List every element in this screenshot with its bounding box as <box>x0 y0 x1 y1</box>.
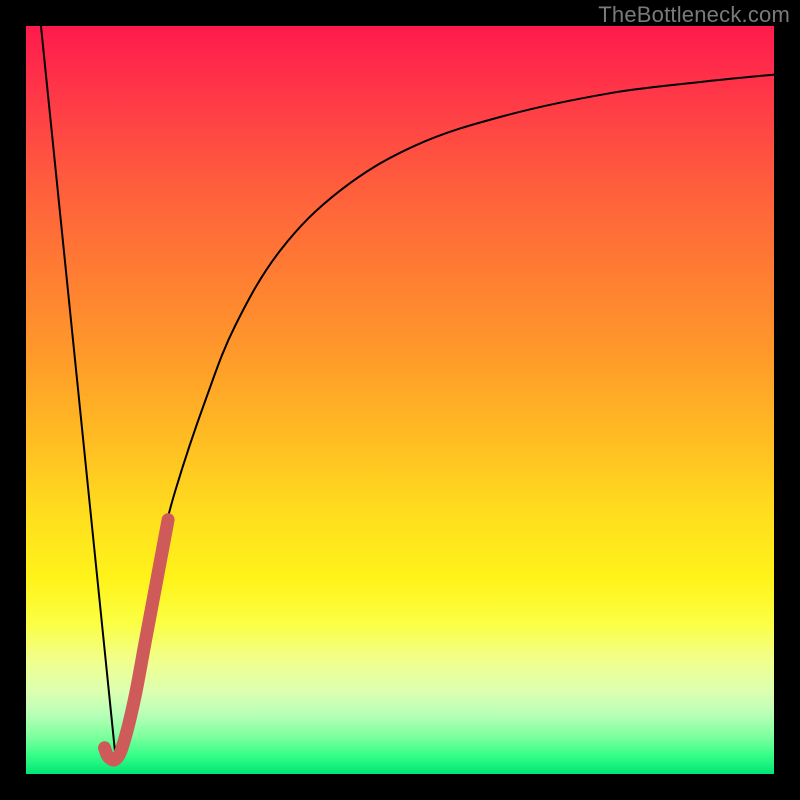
plot-area <box>26 26 774 774</box>
series-left-descent <box>41 26 116 759</box>
chart-frame: TheBottleneck.com <box>0 0 800 800</box>
curve-layer <box>26 26 774 774</box>
watermark-label: TheBottleneck.com <box>598 2 790 28</box>
series-right-curve <box>116 75 774 759</box>
series-highlight-j <box>105 520 169 760</box>
